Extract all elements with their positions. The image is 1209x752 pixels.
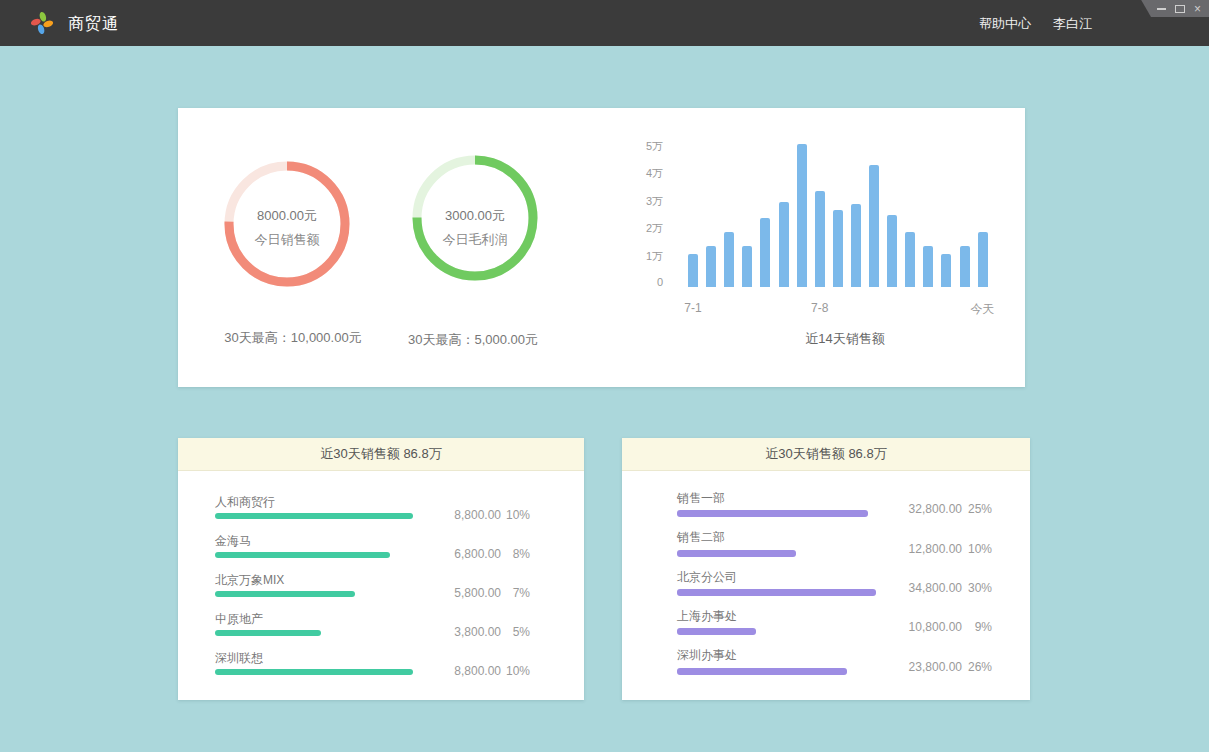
sales-14d-chart-title: 近14天销售额	[805, 330, 884, 348]
row-bar	[215, 513, 413, 519]
daily-sales-bar	[779, 202, 789, 287]
row-percent: 10%	[486, 664, 530, 678]
row-bar	[677, 550, 796, 557]
window-controls: ×	[1149, 0, 1209, 17]
minimize-icon[interactable]	[1157, 8, 1166, 10]
row-label: 上海办事处	[677, 608, 737, 625]
row-label: 北京万象MIX	[215, 572, 284, 589]
row-percent: 25%	[948, 502, 992, 516]
y-axis-tick-label: 1万	[623, 249, 663, 264]
top-customers-card-title: 近30天销售额 86.8万	[178, 438, 584, 471]
row-percent: 10%	[486, 508, 530, 522]
daily-sales-bar	[833, 210, 843, 287]
daily-sales-bar	[923, 246, 933, 287]
row-bar	[677, 510, 868, 517]
y-axis-tick-label: 4万	[623, 166, 663, 181]
today-sales-value: 8000.00元	[187, 208, 387, 224]
daily-sales-bar	[742, 246, 752, 287]
row-label: 深圳办事处	[677, 647, 737, 664]
today-profit-value: 3000.00元	[375, 208, 575, 224]
daily-sales-bar	[688, 254, 698, 287]
top-departments-card: 近30天销售额 86.8万 销售一部32,800.0025%销售二部12,800…	[622, 438, 1030, 700]
row-bar	[677, 589, 876, 596]
row-percent: 9%	[948, 620, 992, 634]
x-axis-tick-label: 7-8	[811, 301, 828, 315]
y-axis-tick-label: 5万	[623, 139, 663, 154]
daily-sales-bar	[706, 246, 716, 287]
y-axis-tick-label: 2万	[623, 221, 663, 236]
row-percent: 7%	[486, 586, 530, 600]
row-bar	[215, 669, 413, 675]
row-label: 人和商贸行	[215, 494, 275, 511]
row-label: 销售二部	[677, 529, 725, 546]
daily-sales-bar	[941, 254, 951, 287]
today-overview-card: 8000.00元 今日销售额 30天最高：10,000.00元 3000.00元…	[178, 108, 1025, 387]
y-axis-tick-label: 0	[623, 276, 663, 288]
app-title: 商贸通	[68, 14, 119, 35]
row-bar	[215, 591, 355, 597]
app-logo-icon	[30, 11, 54, 35]
x-axis-tick-label: 今天	[971, 301, 995, 318]
row-label: 深圳联想	[215, 650, 263, 667]
row-label: 中原地产	[215, 611, 263, 628]
daily-sales-bar	[815, 191, 825, 287]
daily-sales-bar	[869, 165, 879, 287]
titlebar: 商贸通 帮助中心 李白江 ×	[0, 0, 1209, 46]
close-icon[interactable]: ×	[1194, 3, 1201, 15]
profit-30d-max-caption: 30天最高：5,000.00元	[343, 331, 603, 349]
x-axis-tick-label: 7-1	[684, 301, 701, 315]
daily-sales-bar	[960, 246, 970, 287]
row-percent: 30%	[948, 581, 992, 595]
row-label: 销售一部	[677, 490, 725, 507]
row-percent: 5%	[486, 625, 530, 639]
top-departments-card-title: 近30天销售额 86.8万	[622, 438, 1030, 471]
help-center-link[interactable]: 帮助中心	[979, 15, 1031, 33]
row-percent: 10%	[948, 542, 992, 556]
daily-sales-bar	[851, 204, 861, 287]
row-percent: 26%	[948, 660, 992, 674]
maximize-icon[interactable]	[1175, 5, 1185, 13]
daily-sales-bar	[797, 144, 807, 287]
today-profit-label: 今日毛利润	[375, 232, 575, 248]
row-label: 北京分公司	[677, 569, 737, 586]
daily-sales-bar	[905, 232, 915, 287]
today-sales-donut	[222, 159, 352, 289]
row-bar	[215, 552, 390, 558]
row-percent: 8%	[486, 547, 530, 561]
user-menu[interactable]: 李白江	[1053, 15, 1092, 33]
y-axis-tick-label: 3万	[623, 194, 663, 209]
row-label: 金海马	[215, 533, 251, 550]
daily-sales-bar	[887, 215, 897, 287]
row-bar	[677, 668, 847, 675]
today-sales-label: 今日销售额	[187, 232, 387, 248]
daily-sales-bar	[760, 218, 770, 287]
daily-sales-bar	[724, 232, 734, 287]
top-customers-card: 近30天销售额 86.8万 人和商贸行8,800.0010%金海马6,800.0…	[178, 438, 584, 700]
row-bar	[677, 628, 756, 635]
daily-sales-bar	[978, 232, 988, 287]
row-bar	[215, 630, 321, 636]
